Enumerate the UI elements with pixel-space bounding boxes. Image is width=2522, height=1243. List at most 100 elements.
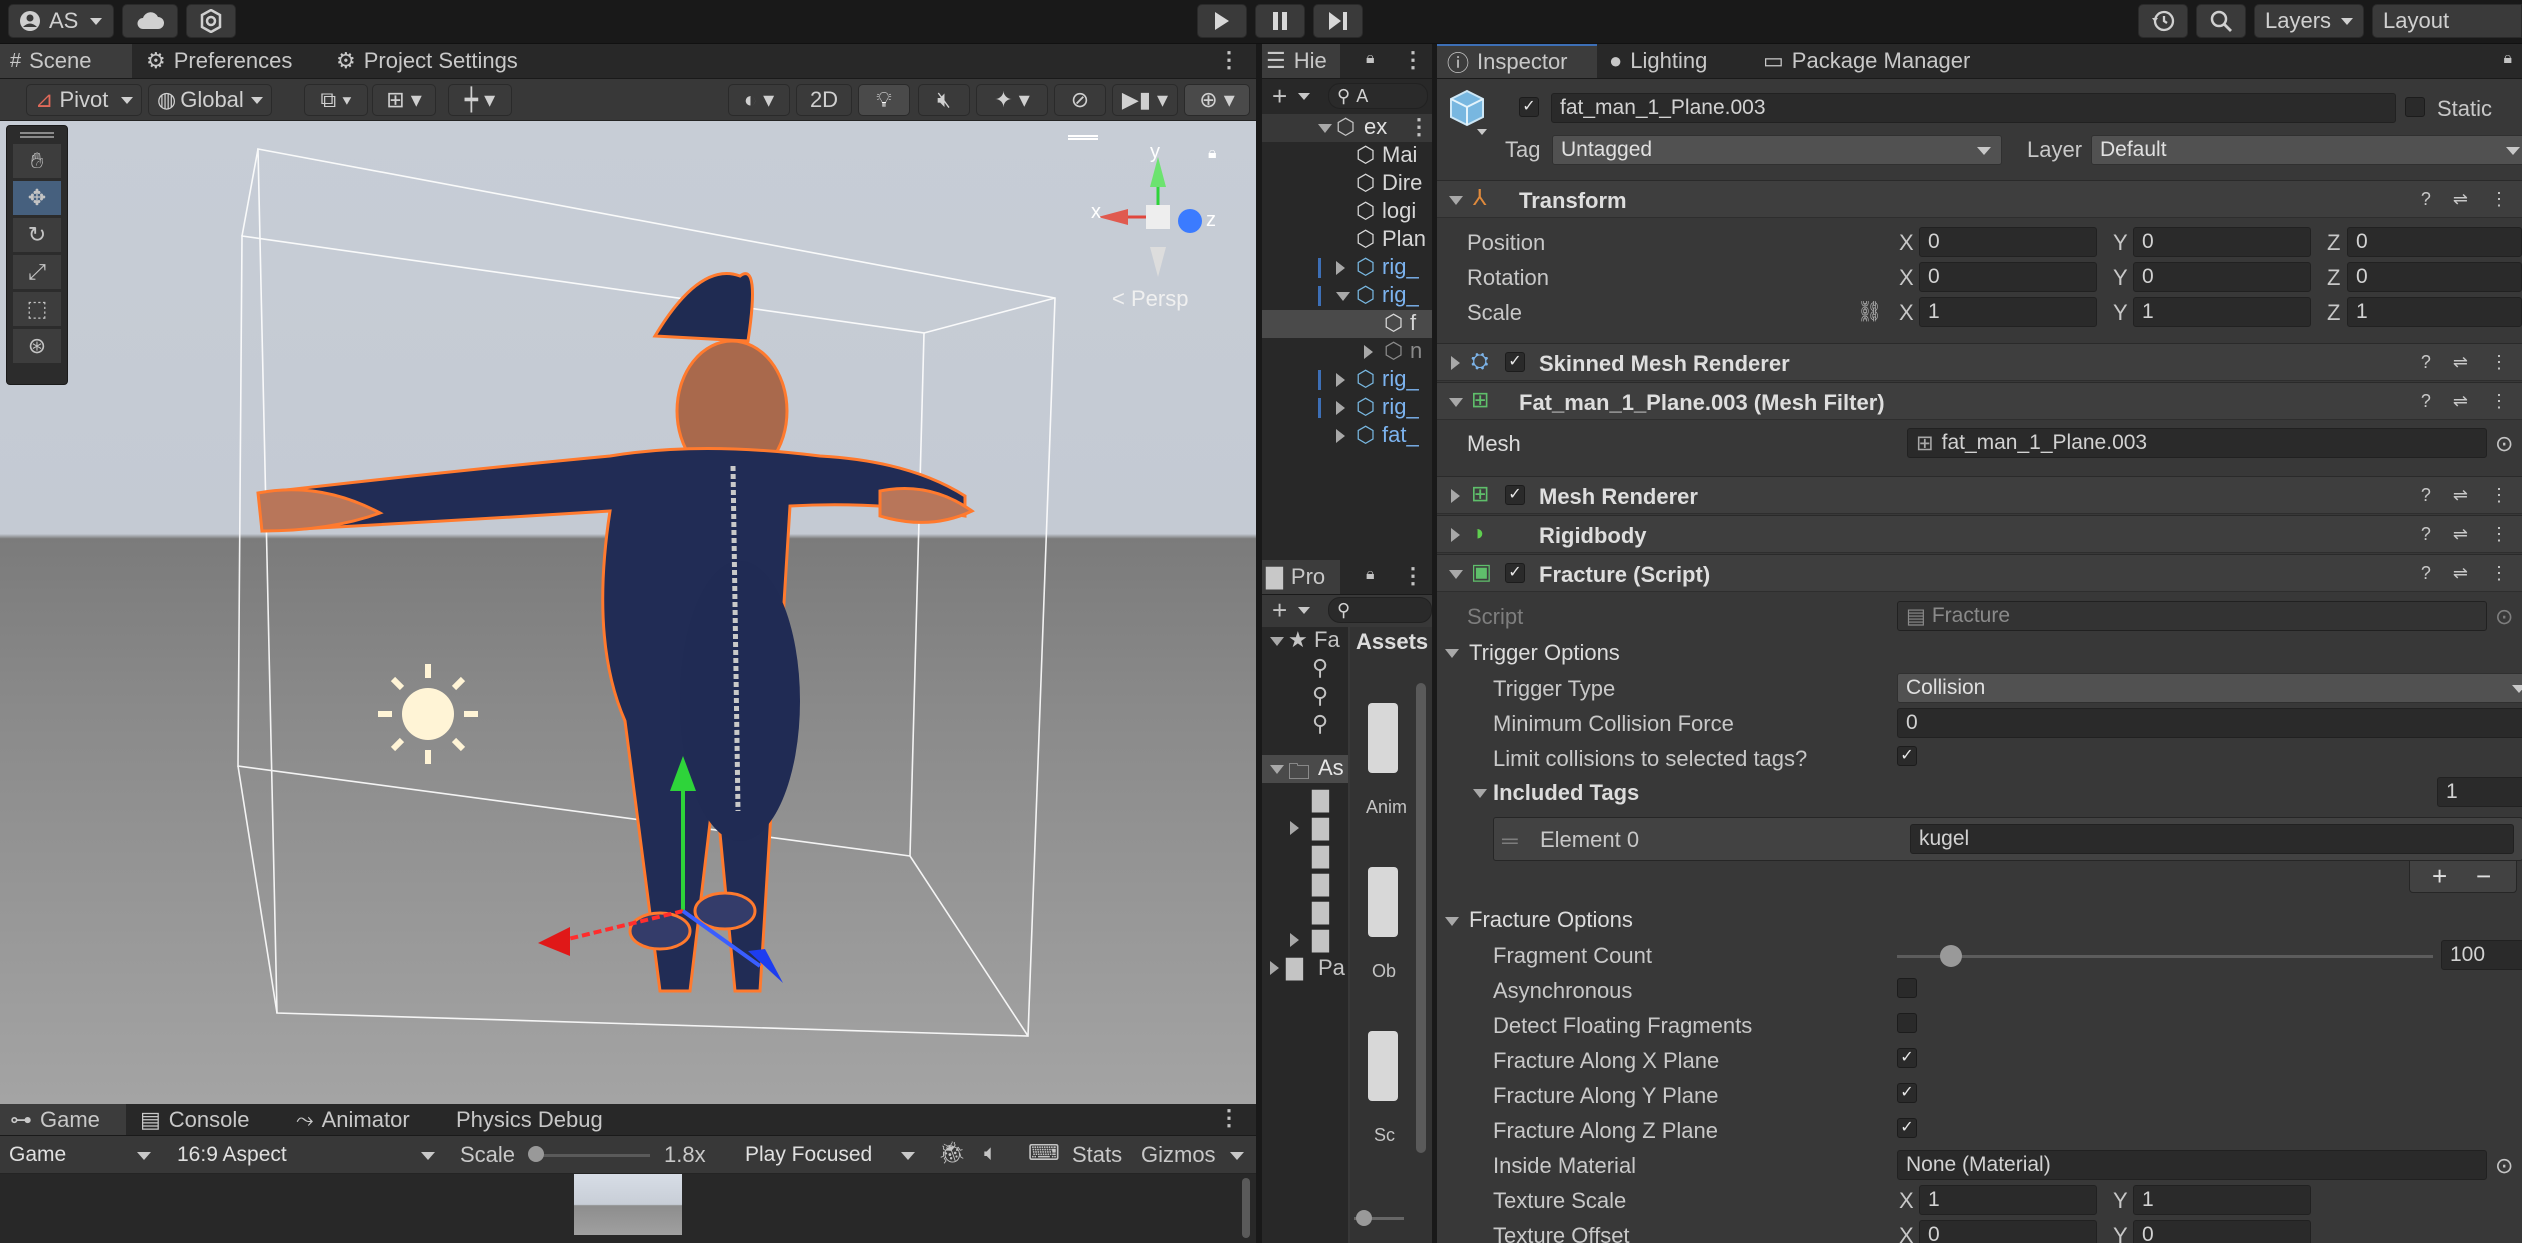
play-mode-dropdown[interactable]: Play Focused: [736, 1140, 926, 1170]
included-tags-count-field[interactable]: 1: [2437, 777, 2522, 807]
fold-arrow-icon[interactable]: [1449, 196, 1463, 205]
scale-slider-thumb[interactable]: [528, 1146, 544, 1162]
hierarchy-row[interactable]: ⬡ rig_: [1262, 254, 1432, 282]
tab-preferences[interactable]: ⚙ Preferences: [136, 44, 302, 78]
fold-arrow-icon[interactable]: [1473, 789, 1487, 798]
rect-tool-button[interactable]: ⬚: [13, 292, 61, 326]
keyboard-icon[interactable]: ⌨: [1028, 1140, 1060, 1166]
help-icon[interactable]: ?: [2421, 391, 2431, 412]
chevron-down-icon[interactable]: [1298, 93, 1310, 100]
object-picker-icon[interactable]: ⊙: [2495, 1153, 2513, 1179]
aspect-dropdown[interactable]: 16:9 Aspect: [168, 1140, 446, 1170]
scale-y-field[interactable]: 1: [2133, 297, 2311, 327]
scene-viewport[interactable]: x y z 🔒︎ < Persp ✋︎ ✥ ↻ ⤢ ⬚ ⊛: [0, 121, 1256, 1104]
step-button[interactable]: [1313, 4, 1363, 38]
scale-x-field[interactable]: 1: [1919, 297, 2097, 327]
collab-button[interactable]: [186, 4, 236, 38]
palette-grip-icon[interactable]: [20, 132, 54, 138]
active-checkbox[interactable]: ✓: [1519, 97, 1539, 117]
texture-offset-y-field[interactable]: 0: [2133, 1220, 2311, 1243]
help-icon[interactable]: ?: [2421, 189, 2431, 210]
add-button[interactable]: +: [1272, 595, 1287, 626]
fold-arrow-icon[interactable]: [1449, 398, 1463, 407]
scale-tool-button[interactable]: ⤢: [13, 255, 61, 289]
grid-snap-button[interactable]: ⧉ ▾: [304, 84, 368, 116]
move-tool-button[interactable]: ✥: [13, 181, 61, 215]
tab-project-settings[interactable]: ⚙ Project Settings: [326, 44, 528, 78]
layer-dropdown[interactable]: Default: [2091, 135, 2522, 165]
fold-arrow-icon[interactable]: [1270, 637, 1284, 646]
preset-icon[interactable]: ⇌: [2453, 485, 2468, 506]
fracture-along-y-checkbox[interactable]: ✓: [1897, 1083, 1917, 1103]
fragment-count-slider-track[interactable]: [1897, 955, 2433, 958]
chevron-down-icon[interactable]: [1230, 1152, 1244, 1160]
remove-element-button[interactable]: −: [2476, 861, 2491, 892]
skinned-mesh-renderer-header[interactable]: ⛭ ✓ Skinned Mesh Renderer ? ⇌ ⋮: [1437, 343, 2522, 381]
lighting-toggle[interactable]: 💡︎: [858, 84, 910, 116]
global-dropdown[interactable]: ◍ Global: [148, 84, 272, 116]
fold-arrow-icon[interactable]: [1336, 373, 1345, 387]
help-icon[interactable]: ?: [2421, 563, 2431, 584]
limit-collisions-checkbox[interactable]: ✓: [1897, 746, 1917, 766]
lock-icon[interactable]: 🔒︎: [1366, 566, 1375, 584]
asset-thumbnail[interactable]: [1368, 1031, 1398, 1101]
hierarchy-row[interactable]: ⬡ Dire: [1262, 170, 1432, 198]
fold-arrow-icon[interactable]: [1336, 429, 1345, 443]
project-search-input[interactable]: ⚲: [1328, 597, 1432, 623]
more-menu-icon[interactable]: ⋮: [1408, 114, 1430, 140]
fragment-count-field[interactable]: 100: [2441, 940, 2522, 970]
preset-icon[interactable]: ⇌: [2453, 563, 2468, 584]
assets-tree-row[interactable]: 🗀︎ As: [1262, 755, 1348, 784]
asynchronous-checkbox[interactable]: [1897, 978, 1917, 998]
more-menu-icon[interactable]: ⋮: [2490, 352, 2508, 373]
preset-icon[interactable]: ⇌: [2453, 352, 2468, 373]
zoom-slider-thumb[interactable]: [1356, 1210, 1372, 1226]
more-menu-icon[interactable]: ⋮: [2490, 485, 2508, 506]
help-icon[interactable]: ?: [2421, 485, 2431, 506]
trigger-type-dropdown[interactable]: Collision: [1897, 673, 2522, 703]
effects-toggle[interactable]: ✦ ▾: [976, 84, 1048, 116]
tab-lighting[interactable]: ● Lighting: [1599, 44, 1717, 78]
hierarchy-row[interactable]: ⬡ rig_: [1262, 366, 1432, 394]
rotation-y-field[interactable]: 0: [2133, 262, 2311, 292]
more-menu-icon[interactable]: ⋮: [1218, 1105, 1240, 1131]
game-scrollbar[interactable]: [1242, 1178, 1250, 1238]
fold-arrow-icon[interactable]: [1290, 821, 1299, 835]
drag-handle-icon[interactable]: [1068, 135, 1098, 140]
tag-dropdown[interactable]: Untagged: [1552, 135, 2002, 165]
inside-material-field[interactable]: None (Material): [1897, 1150, 2487, 1180]
mesh-filter-header[interactable]: ⊞ Fat_man_1_Plane.003 (Mesh Filter) ? ⇌ ⋮: [1437, 382, 2522, 420]
transform-header[interactable]: ⅄ Transform ? ⇌ ⋮: [1437, 180, 2522, 218]
link-icon[interactable]: ⛓︎: [1857, 299, 1882, 324]
scale-z-field[interactable]: 1: [2347, 297, 2522, 327]
play-button[interactable]: [1197, 4, 1247, 38]
texture-scale-y-field[interactable]: 1: [2133, 1185, 2311, 1215]
more-menu-icon[interactable]: ⋮: [1402, 47, 1424, 73]
speaker-icon[interactable]: 🔈︎: [984, 1140, 997, 1166]
more-menu-icon[interactable]: ⋮: [2490, 189, 2508, 210]
rotation-z-field[interactable]: 0: [2347, 262, 2522, 292]
tab-inspector[interactable]: ⓘ Inspector: [1437, 44, 1597, 78]
fold-arrow-icon[interactable]: [1270, 765, 1284, 774]
mode-2d-button[interactable]: 2D: [796, 84, 852, 116]
lock-icon[interactable]: 🔒︎: [2503, 50, 2512, 68]
position-x-field[interactable]: 0: [1919, 227, 2097, 257]
tab-project[interactable]: ▇ Pro: [1262, 560, 1340, 594]
texture-scale-x-field[interactable]: 1: [1919, 1185, 2097, 1215]
more-menu-icon[interactable]: ⋮: [2490, 524, 2508, 545]
drag-handle-icon[interactable]: ═: [1502, 828, 1518, 854]
min-collision-force-field[interactable]: 0: [1897, 708, 2522, 738]
more-menu-icon[interactable]: ⋮: [2490, 563, 2508, 584]
search-button[interactable]: [2196, 4, 2246, 38]
hierarchy-row[interactable]: ⬡ rig_: [1262, 394, 1432, 422]
chevron-down-icon[interactable]: [1477, 129, 1487, 135]
fold-arrow-icon[interactable]: [1451, 356, 1460, 370]
account-dropdown[interactable]: AS: [8, 4, 114, 38]
included-tags-label[interactable]: Included Tags: [1493, 780, 1639, 806]
visibility-toggle[interactable]: ⊘: [1054, 84, 1106, 116]
tab-hierarchy[interactable]: ☰ Hie: [1262, 44, 1340, 78]
fracture-along-x-checkbox[interactable]: ✓: [1897, 1048, 1917, 1068]
fold-arrow-icon[interactable]: [1270, 961, 1279, 975]
hierarchy-row[interactable]: ⬡ logi: [1262, 198, 1432, 226]
history-button[interactable]: [2138, 4, 2188, 38]
